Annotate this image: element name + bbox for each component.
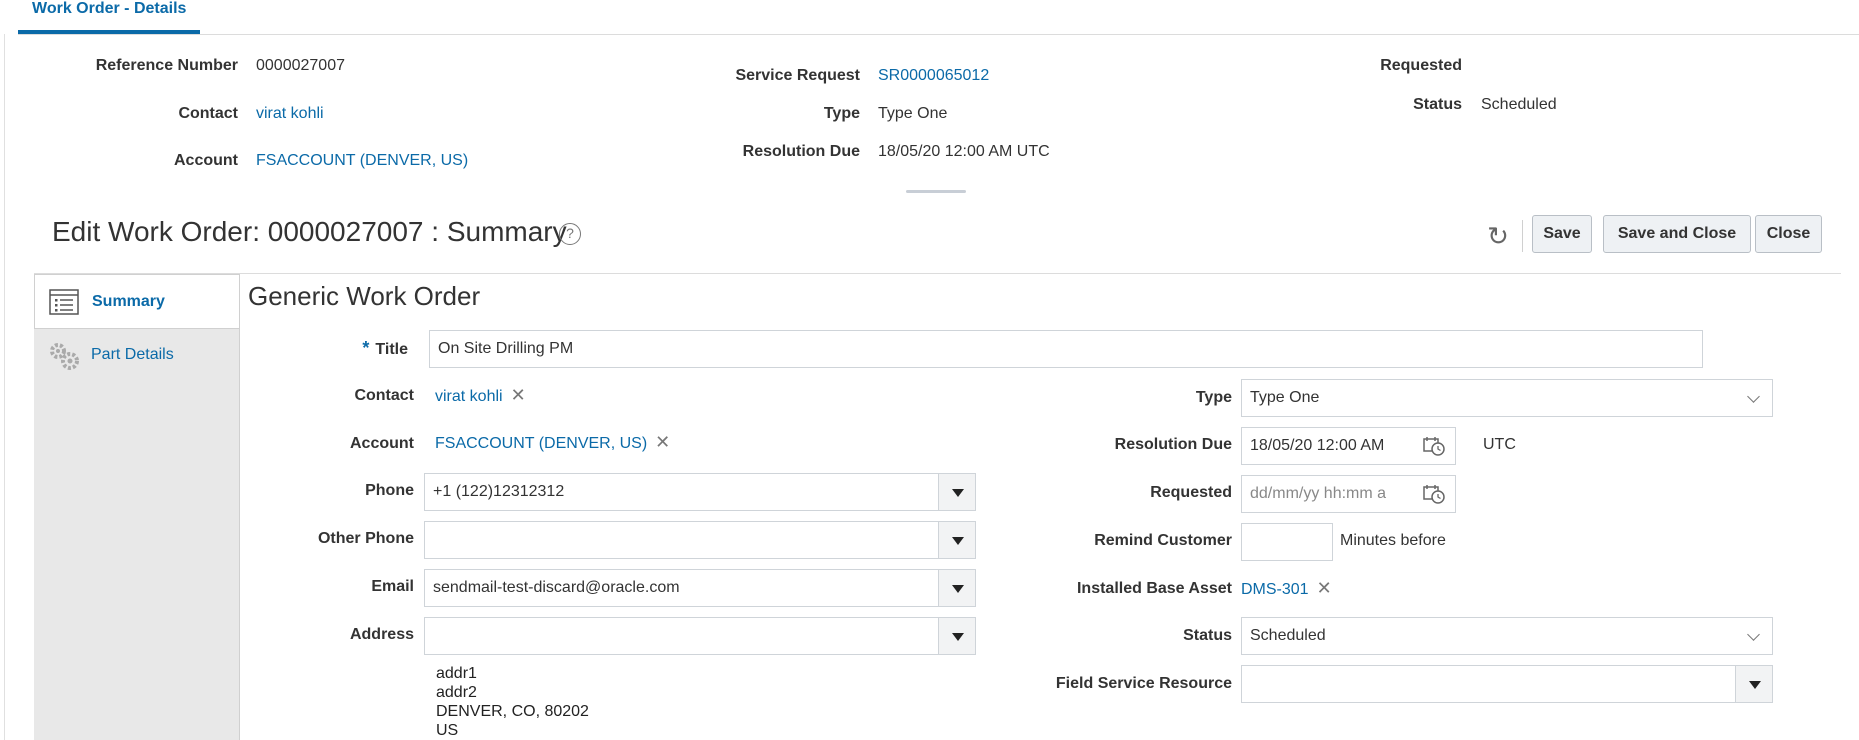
nav-item-part-details[interactable]: Part Details [34,329,239,384]
left-nav: Summary Part Details [34,274,240,740]
field-service-resource-label: Field Service Resource [1055,675,1232,692]
remind-customer-input[interactable] [1241,523,1333,561]
resolution-due-value: 18/05/20 12:00 AM [1250,437,1385,454]
requested-placeholder: dd/mm/yy hh:mm a [1250,485,1387,502]
other-phone-label: Other Phone [317,530,414,547]
type-label: Type [1195,389,1232,406]
email-value: sendmail-test-discard@oracle.com [433,579,680,596]
header-contact-label: Contact [178,105,238,122]
close-button[interactable]: Close [1755,215,1822,253]
status-label: Status [1183,627,1232,644]
tab-divider [18,34,1859,35]
header-contact-link[interactable]: virat kohli [256,105,324,123]
address-line-3: DENVER, CO, 80202 [436,703,589,720]
installed-base-asset-link[interactable]: DMS-301 [1241,581,1309,598]
calendar-clock-icon[interactable] [1423,484,1445,504]
address-label: Address [349,626,414,643]
contact-field: virat kohli ✕ [435,385,526,406]
status-value: Scheduled [1250,627,1326,644]
chevron-down-icon [1747,628,1760,641]
calendar-clock-icon[interactable] [1423,436,1445,456]
chevron-down-icon [1747,390,1760,403]
header-collapse-handle[interactable] [906,190,966,193]
frame-border [4,34,5,740]
contact-label: Contact [354,387,414,404]
account-label: Account [350,435,414,452]
header-status-value: Scheduled [1481,96,1557,113]
account-field: FSACCOUNT (DENVER, US) ✕ [435,432,670,453]
header-type-label: Type [823,105,860,122]
title-label: * Title [300,338,408,359]
reference-number-value: 0000027007 [256,57,345,74]
timezone-label: UTC [1483,436,1516,453]
address-line-2: addr2 [436,684,477,701]
toolbar-separator [1522,220,1523,252]
undo-icon[interactable]: ↻ [1484,222,1512,250]
header-account-link[interactable]: FSACCOUNT (DENVER, US) [256,152,468,170]
status-select[interactable]: Scheduled [1241,617,1773,655]
installed-base-asset-field: DMS-301 ✕ [1241,578,1332,599]
page-title: Edit Work Order: 0000027007 : Summary [52,216,567,247]
field-service-resource-combobox[interactable] [1241,665,1773,703]
title-label-text: Title [375,341,408,358]
installed-base-asset-label: Installed Base Asset [1076,580,1232,597]
email-combobox[interactable]: sendmail-test-discard@oracle.com [424,569,976,607]
help-icon[interactable]: ? [559,223,581,245]
nav-label-part-details: Part Details [91,346,174,363]
clear-contact-icon[interactable]: ✕ [511,385,526,406]
phone-label: Phone [365,482,414,499]
header-resolution-due-label: Resolution Due [742,143,860,160]
required-mark: * [362,338,370,358]
other-phone-dropdown-button[interactable] [938,522,975,558]
nav-item-summary[interactable]: Summary [34,274,239,329]
header-requested-label: Requested [1380,57,1462,74]
address-line-1: addr1 [436,665,477,682]
nav-label-summary: Summary [92,293,165,310]
email-label: Email [371,578,414,595]
phone-value: +1 (122)12312312 [433,483,565,500]
address-combobox[interactable] [424,617,976,655]
service-request-link[interactable]: SR0000065012 [878,67,989,85]
header-type-value: Type One [878,105,948,122]
title-divider [34,273,1841,274]
save-button[interactable]: Save [1532,215,1592,253]
type-value: Type One [1250,389,1320,406]
type-select[interactable]: Type One [1241,379,1773,417]
header-status-label: Status [1413,96,1462,113]
section-title: Generic Work Order [248,281,481,311]
tab-work-order-details[interactable]: Work Order - Details [18,0,201,34]
phone-combobox[interactable]: +1 (122)12312312 [424,473,976,511]
save-and-close-button[interactable]: Save and Close [1603,215,1751,253]
address-line-4: US [436,722,459,739]
header-resolution-due-value: 18/05/20 12:00 AM UTC [878,143,1050,160]
gears-icon [50,343,79,370]
tab-label: Work Order - Details [32,0,187,17]
other-phone-combobox[interactable] [424,521,976,559]
minutes-before-label: Minutes before [1340,532,1446,549]
service-request-label: Service Request [735,67,860,84]
remind-customer-label: Remind Customer [1094,532,1232,549]
reference-number-label: Reference Number [95,57,238,74]
clear-account-icon[interactable]: ✕ [655,432,670,453]
field-service-resource-dropdown-button[interactable] [1735,666,1772,702]
contact-link[interactable]: virat kohli [435,388,503,405]
resolution-due-label: Resolution Due [1114,436,1232,453]
requested-input[interactable]: dd/mm/yy hh:mm a [1241,475,1456,513]
requested-label: Requested [1150,484,1232,501]
list-icon [49,289,79,315]
email-dropdown-button[interactable] [938,570,975,606]
account-link[interactable]: FSACCOUNT (DENVER, US) [435,435,647,452]
resolution-due-input[interactable]: 18/05/20 12:00 AM [1241,427,1456,465]
clear-asset-icon[interactable]: ✕ [1317,578,1332,599]
title-input[interactable]: On Site Drilling PM [429,330,1703,368]
header-account-label: Account [174,152,238,169]
phone-dropdown-button[interactable] [938,474,975,510]
address-dropdown-button[interactable] [938,618,975,654]
